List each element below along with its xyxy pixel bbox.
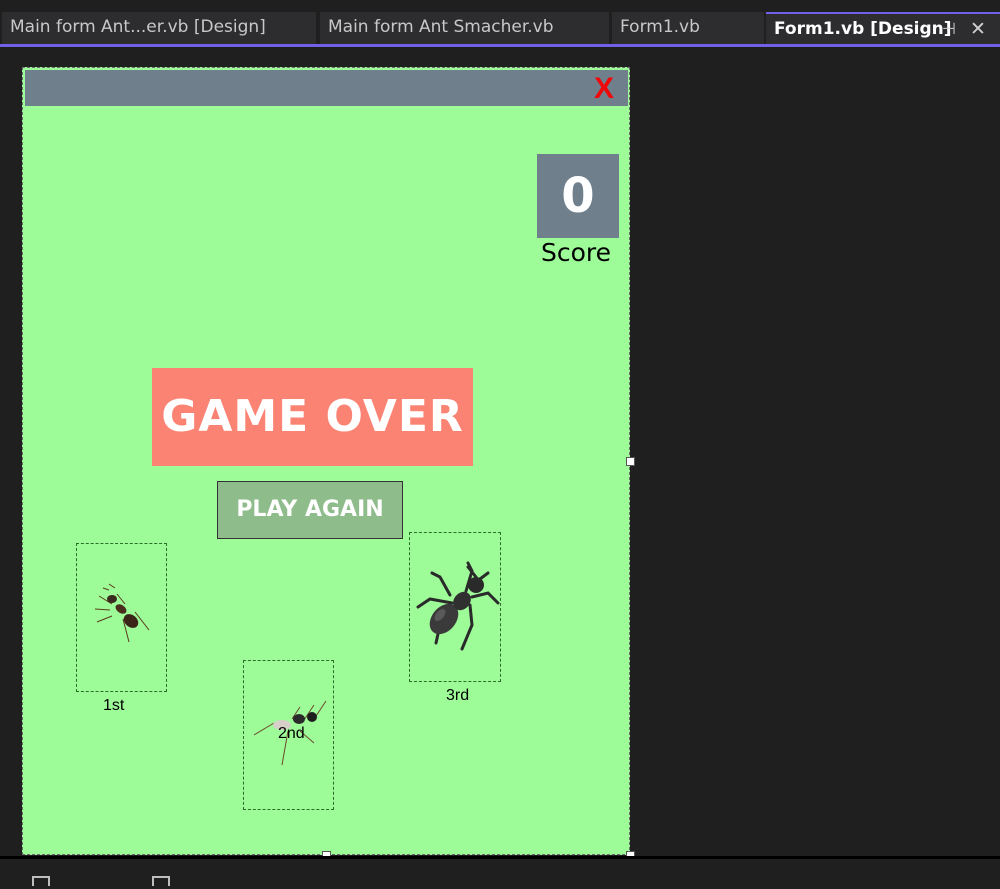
tray-item-icon[interactable]	[32, 876, 50, 886]
document-tab-strip: Main form Ant...er.vb [Design] Main form…	[0, 0, 1000, 47]
tab-main-form-code[interactable]: Main form Ant Smacher.vb	[320, 12, 609, 44]
ant-icon	[94, 583, 150, 643]
pin-icon[interactable]: ⊣	[942, 14, 956, 44]
tab-label: Form1.vb [Design]	[774, 19, 952, 39]
tab-form1-design[interactable]: Form1.vb [Design] ⊣ ✕	[766, 12, 1000, 44]
form-titlebar: X	[25, 70, 628, 106]
resize-handle-right[interactable]	[626, 457, 635, 466]
ant-icon	[416, 561, 500, 651]
tab-label: Main form Ant Smacher.vb	[328, 17, 554, 37]
form-close-button[interactable]: X	[594, 72, 614, 106]
score-label: Score	[541, 238, 612, 267]
tab-form1-code[interactable]: Form1.vb	[612, 12, 764, 44]
tab-label: Form1.vb	[620, 17, 700, 37]
tray-item-icon[interactable]	[152, 876, 170, 886]
tab-main-form-design[interactable]: Main form Ant...er.vb [Design]	[2, 12, 316, 44]
picturebox-second-ant[interactable]: 2nd	[243, 660, 334, 810]
label-first: 1st	[103, 697, 125, 714]
picturebox-first-ant[interactable]	[76, 543, 167, 692]
picturebox-third-ant[interactable]	[409, 532, 501, 682]
label-third: 3rd	[446, 687, 470, 704]
game-over-banner: GAME OVER	[152, 368, 473, 466]
close-icon[interactable]: ✕	[970, 14, 986, 44]
component-tray	[0, 856, 1000, 889]
label-second: 2nd	[278, 725, 305, 742]
play-again-button[interactable]: PLAY AGAIN	[217, 481, 403, 539]
tab-label: Main form Ant...er.vb [Design]	[10, 17, 266, 37]
score-value-box: 0	[537, 154, 619, 238]
form-design-canvas[interactable]: X 0 Score GAME OVER PLAY AGAIN 1st 2nd 3…	[22, 67, 630, 855]
